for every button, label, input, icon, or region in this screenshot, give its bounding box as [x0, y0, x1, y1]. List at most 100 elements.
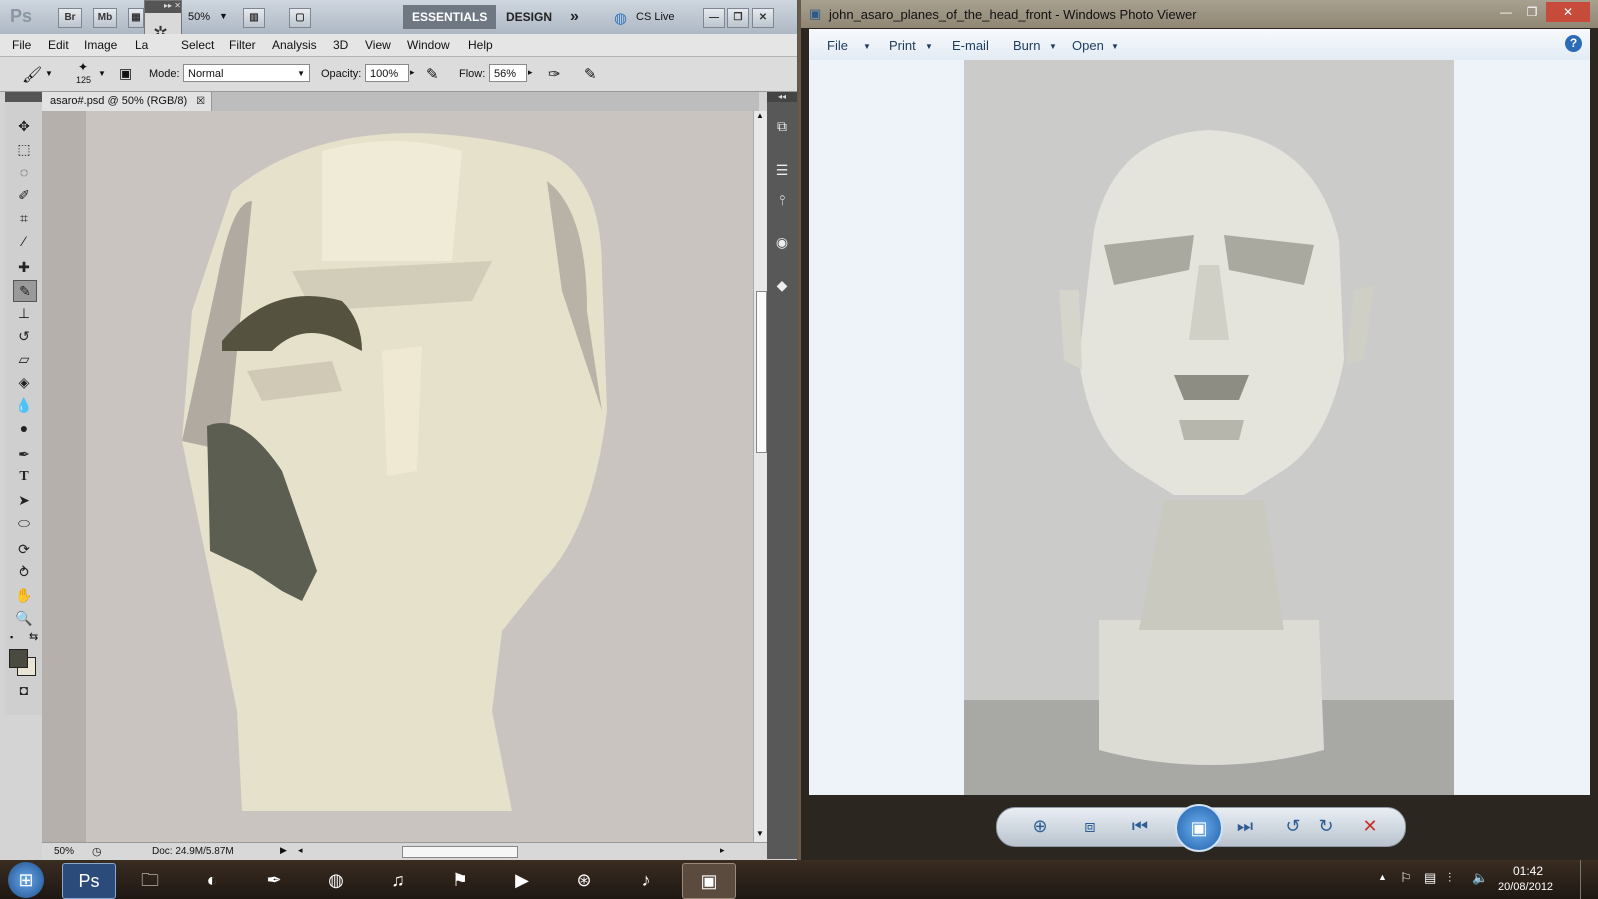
opacity-field[interactable]: 100% [365, 64, 409, 82]
rotate-counterclockwise-icon[interactable]: ↺ [1280, 816, 1306, 837]
chevron-down-icon[interactable]: ▼ [45, 69, 53, 78]
airbrush-icon[interactable]: ✑ [548, 65, 561, 83]
cs-live-icon[interactable]: ◍ [614, 9, 627, 27]
help-icon[interactable]: ? [1565, 35, 1582, 52]
slideshow-play-button[interactable]: ▣ [1175, 804, 1223, 852]
mode-select[interactable]: Normal ▼ [183, 64, 310, 82]
move-tool-icon[interactable]: ✥ [13, 116, 35, 136]
clock-date[interactable]: 20/08/2012 [1498, 881, 1553, 893]
previous-icon[interactable]: ⏮ [1127, 816, 1153, 837]
close-button[interactable]: ✕ [1546, 2, 1590, 22]
pv-menu-print[interactable]: Print [889, 38, 916, 53]
swap-colors-icon[interactable]: ⇆ [29, 630, 38, 643]
menu-3d[interactable]: 3D [333, 38, 348, 52]
zoom-level[interactable]: 50% [188, 11, 210, 23]
maximize-button[interactable]: ❐ [1520, 2, 1544, 22]
show-hidden-icons-icon[interactable]: ▲ [1378, 872, 1387, 882]
canvas-vertical-scrollbar[interactable]: ▲ ▼ [753, 111, 768, 842]
3d-orbit-tool-icon[interactable]: ⥁ [13, 562, 35, 582]
paint-bucket-tool-icon[interactable]: ◈ [13, 372, 35, 392]
brush-panel-icon[interactable]: ▣ [119, 65, 132, 82]
taskbar-app-icon[interactable]: ◐ [186, 863, 238, 897]
menu-window[interactable]: Window [407, 38, 450, 52]
scroll-thumb[interactable] [756, 291, 767, 453]
eraser-tool-icon[interactable]: ▱ [13, 349, 35, 369]
zoom-icon[interactable]: ⊕ [1027, 816, 1053, 837]
workspace-essentials[interactable]: ESSENTIALS [403, 5, 497, 29]
scroll-down-icon[interactable]: ▼ [756, 829, 764, 838]
pv-menu-open[interactable]: Open [1072, 38, 1104, 53]
healing-brush-tool-icon[interactable]: ✚ [13, 257, 35, 277]
shape-tool-icon[interactable]: ⬭ [13, 513, 35, 533]
zoom-tool-icon[interactable]: 🔍 [13, 608, 35, 628]
brush-tool-preset-icon[interactable]: 🖌 [22, 65, 42, 85]
workspace-design[interactable]: DESIGN [497, 5, 561, 29]
quick-mask-icon[interactable]: ◘ [13, 680, 35, 700]
close-tab-icon[interactable]: ☒ [196, 92, 205, 111]
menu-edit[interactable]: Edit [48, 38, 69, 52]
panel-close-icon[interactable]: ▸▸ ✕ [145, 1, 181, 13]
signal-icon[interactable]: ⫶ [1448, 870, 1451, 886]
menu-image[interactable]: Image [84, 38, 117, 52]
rotate-clockwise-icon[interactable]: ↻ [1313, 816, 1339, 837]
history-panel-icon[interactable]: ⧉ [772, 116, 792, 136]
document-tab[interactable]: asaro#.psd @ 50% (RGB/8) ☒ [42, 92, 213, 111]
default-colors-icon[interactable]: ▪ [10, 632, 13, 642]
brush-tool-icon[interactable]: ✎ [13, 280, 37, 302]
taskbar-app-icon[interactable]: ⚑ [434, 863, 486, 897]
menu-select[interactable]: Select [181, 38, 214, 52]
menu-view[interactable]: View [365, 38, 391, 52]
foreground-color-swatch[interactable] [9, 649, 28, 668]
brush-picker-icon[interactable]: ✦ [78, 60, 88, 74]
taskbar-itunes-icon[interactable]: ♫ [372, 863, 424, 897]
scroll-left-icon[interactable]: ◂ [298, 845, 303, 856]
taskbar-pen-icon[interactable]: ✒ [248, 863, 300, 897]
chevron-down-icon[interactable]: ▼ [925, 42, 933, 51]
scroll-up-icon[interactable]: ▲ [756, 111, 764, 120]
status-info-icon[interactable]: ◷ [92, 845, 102, 858]
show-desktop-button[interactable] [1580, 860, 1597, 899]
taskbar-maps-icon[interactable]: ◍ [310, 863, 362, 897]
chevron-down-icon[interactable]: ▼ [863, 42, 871, 51]
chevron-down-icon[interactable]: ▼ [1049, 42, 1057, 51]
crop-tool-icon[interactable]: ⌗ [13, 208, 35, 228]
taskbar-itunes-icon[interactable]: ♪ [620, 863, 672, 897]
flow-slider-arrow-icon[interactable]: ▸ [528, 67, 533, 78]
menu-file[interactable]: File [12, 38, 31, 52]
scroll-right-icon[interactable]: ▸ [720, 845, 725, 856]
start-button[interactable]: ⊞ [8, 862, 44, 898]
pv-menu-burn[interactable]: Burn [1013, 38, 1040, 53]
chevron-down-icon[interactable]: ▼ [1111, 42, 1119, 51]
pen-tool-icon[interactable]: ✒ [13, 444, 35, 464]
adjustments-panel-icon[interactable]: ☰ [772, 160, 792, 180]
cs-live-button[interactable]: CS Live [636, 11, 675, 23]
volume-icon[interactable]: 🔈 [1472, 870, 1488, 886]
status-menu-arrow-icon[interactable]: ▶ [280, 845, 287, 856]
pressure-opacity-icon[interactable]: ✎ [426, 65, 439, 83]
dodge-tool-icon[interactable]: ● [13, 418, 35, 438]
layers-panel-icon[interactable]: ◆ [772, 275, 792, 295]
chevron-down-icon[interactable]: ▼ [219, 11, 228, 21]
taskbar-media-icon[interactable]: ▶ [496, 863, 548, 897]
taskbar-photoshop[interactable]: Ps [62, 863, 116, 899]
tools-panel-header[interactable] [5, 92, 42, 102]
taskbar-network-icon[interactable]: ⊛ [558, 863, 610, 897]
workspace-more-button[interactable]: » [561, 5, 588, 29]
close-button[interactable]: ✕ [752, 8, 774, 28]
swatches-panel-icon[interactable]: ◉ [772, 232, 792, 252]
marquee-tool-icon[interactable]: ⬚ [13, 139, 35, 159]
path-selection-tool-icon[interactable]: ➤ [13, 490, 35, 510]
expand-panels-icon[interactable]: ◂◂ [767, 92, 797, 102]
pv-menu-email[interactable]: E-mail [952, 38, 989, 53]
taskbar-photo-viewer-icon[interactable]: ▣ [682, 863, 736, 899]
menu-layer[interactable]: La [135, 38, 148, 52]
taskbar-explorer-icon[interactable]: 🗀 [124, 863, 176, 897]
delete-icon[interactable]: ✕ [1357, 816, 1383, 837]
status-zoom[interactable]: 50% [54, 846, 74, 857]
chevron-down-icon[interactable]: ▼ [98, 69, 106, 78]
blur-tool-icon[interactable]: 💧 [13, 395, 35, 415]
pv-menu-file[interactable]: File [827, 38, 848, 53]
mini-bridge-button[interactable]: Mb [93, 8, 117, 28]
minimize-button[interactable]: — [1494, 2, 1518, 22]
brush-presets-panel-icon[interactable]: ⫯ [772, 190, 792, 210]
